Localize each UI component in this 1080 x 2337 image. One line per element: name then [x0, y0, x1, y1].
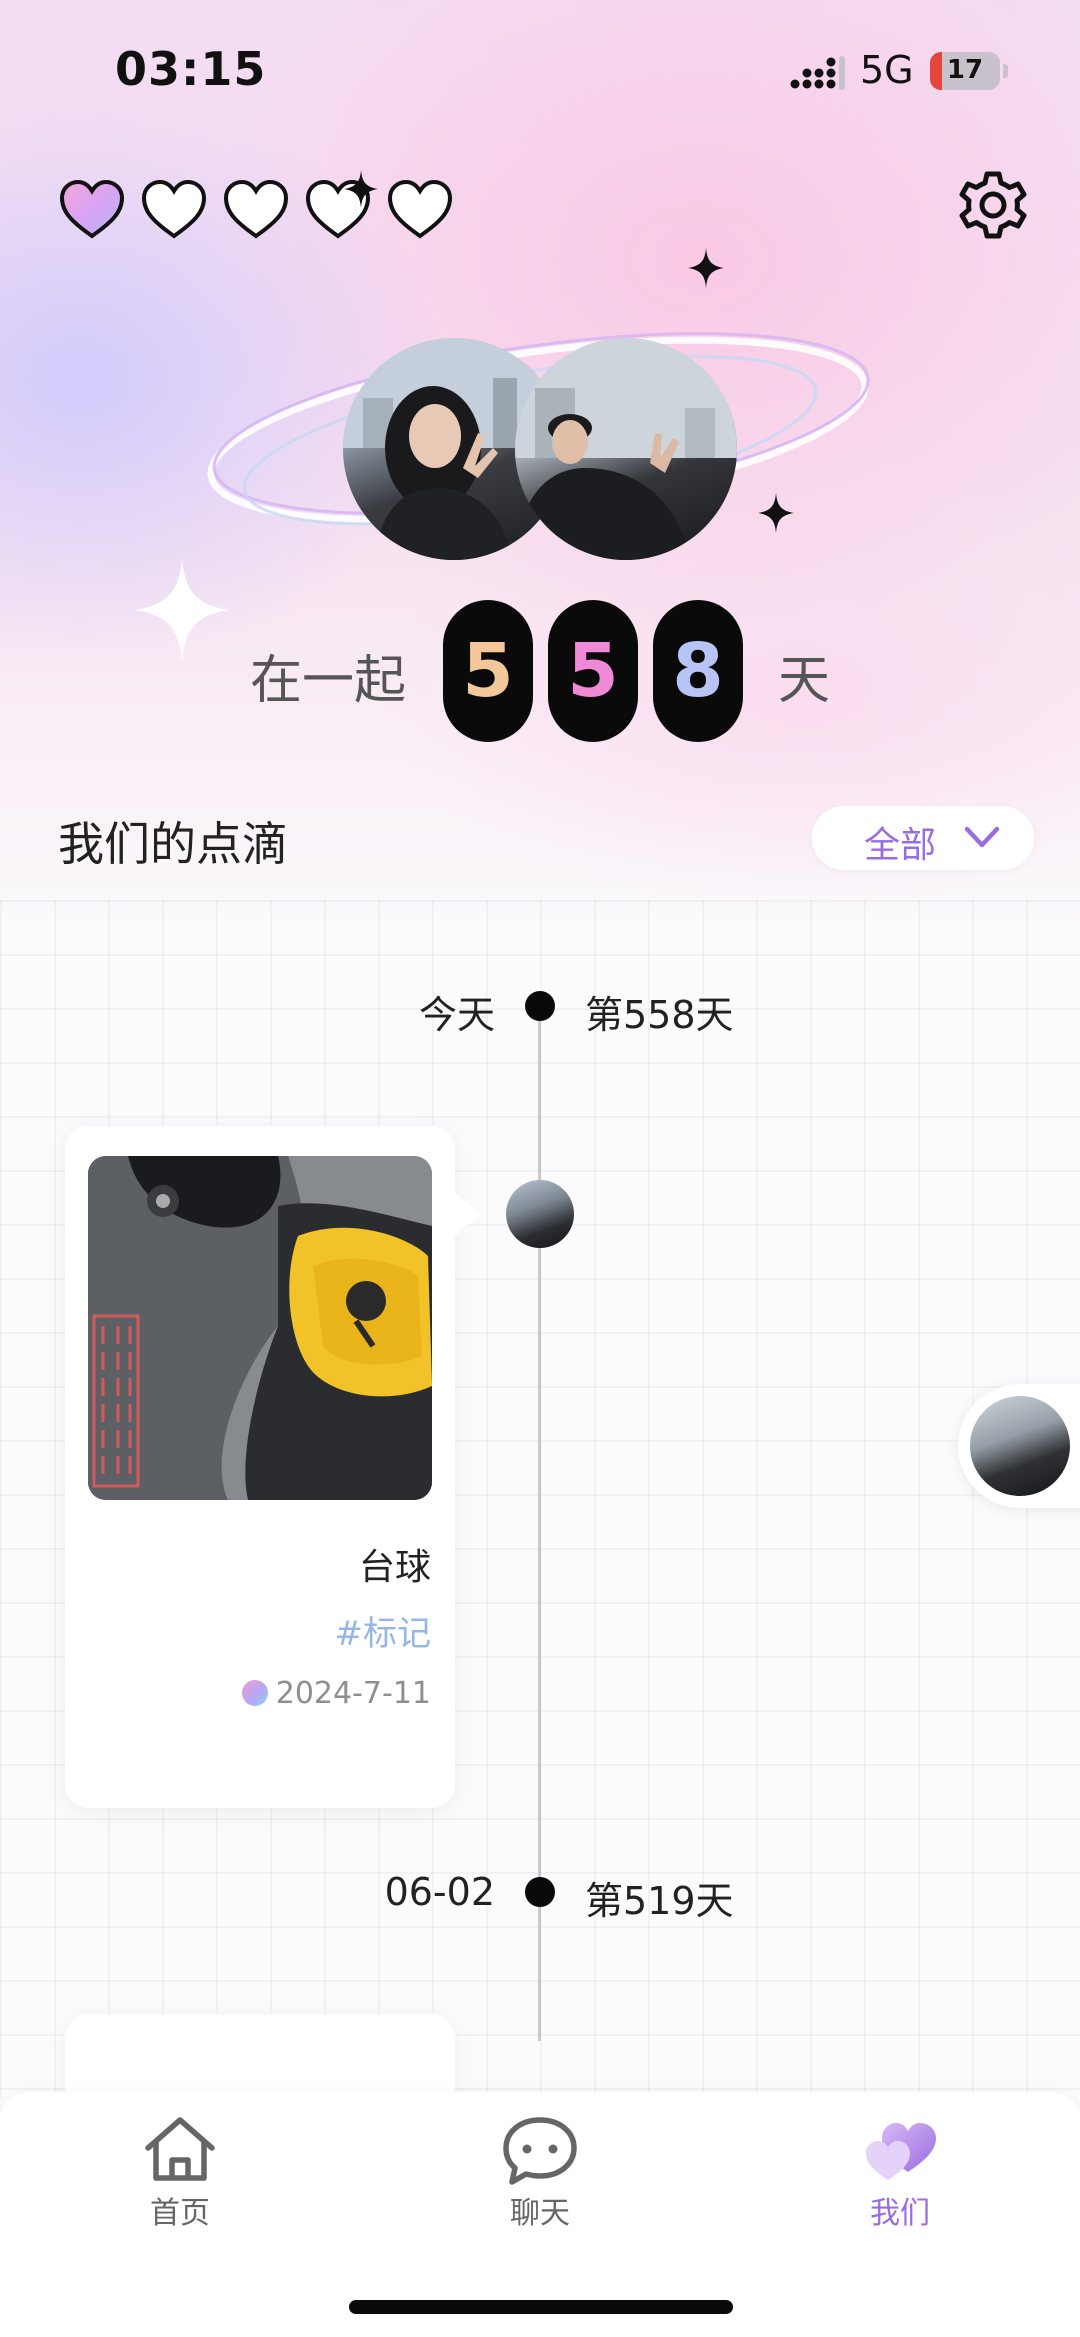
- nav-us[interactable]: 我们: [820, 2114, 980, 2232]
- hearts-icon: [866, 2123, 936, 2180]
- heart-filled-icon[interactable]: [58, 178, 126, 242]
- chat-icon: [503, 2117, 577, 2185]
- nav-us-label: 我们: [870, 2196, 930, 2231]
- nav-chat[interactable]: 聊天: [460, 2114, 620, 2232]
- memory-date-text: 2024-7-11: [275, 1676, 431, 1711]
- memory-date: 2024-7-11: [241, 1676, 431, 1711]
- days-unit-label: 天: [778, 651, 831, 711]
- home-icon: [145, 2117, 215, 2181]
- card-pointer: [452, 1190, 480, 1238]
- filter-dropdown[interactable]: 全部: [812, 806, 1034, 870]
- timeline-date-label: 今天: [418, 993, 495, 1037]
- hearts-rating[interactable]: [58, 178, 454, 242]
- signal-icon: [790, 56, 845, 90]
- sparkle-icon: [344, 170, 378, 208]
- partner-avatar-him[interactable]: [515, 338, 737, 560]
- partner-avatar: [970, 1396, 1070, 1496]
- chevron-down-icon: [964, 826, 1000, 848]
- gear-icon[interactable]: [956, 168, 1030, 242]
- memory-tag[interactable]: #标记: [335, 1606, 432, 1655]
- heart-outline-icon[interactable]: [222, 178, 290, 242]
- nav-home[interactable]: 首页: [100, 2114, 260, 2232]
- heart-outline-icon[interactable]: [386, 178, 454, 242]
- memory-card[interactable]: 台球 #标记 2024-7-11: [65, 1126, 455, 1808]
- timeline-day-count: 第558天: [585, 993, 734, 1037]
- heart-outline-icon[interactable]: [140, 178, 208, 242]
- network-type: 5G: [860, 48, 914, 92]
- timeline-day-count: 第519天: [585, 1879, 734, 1923]
- day-digit: 5: [548, 600, 638, 742]
- floating-partner-button[interactable]: [958, 1384, 1080, 1508]
- section-title: 我们的点滴: [58, 817, 288, 871]
- day-digit: 5: [443, 600, 533, 742]
- battery-tip: [1003, 64, 1008, 78]
- author-dot-icon: [241, 1680, 268, 1706]
- status-time: 03:15: [115, 42, 267, 96]
- battery-icon: 17: [930, 52, 1000, 90]
- timeline-dot: [525, 1877, 555, 1907]
- sparkle-icon: [688, 248, 724, 288]
- timeline-date-label: 06-02: [384, 1870, 495, 1914]
- day-digit: 8: [653, 600, 743, 742]
- filter-label: 全部: [864, 825, 937, 866]
- nav-chat-label: 聊天: [510, 2196, 570, 2231]
- together-label: 在一起: [250, 651, 407, 711]
- timeline-author-avatar[interactable]: [506, 1180, 574, 1248]
- nav-home-label: 首页: [150, 2196, 210, 2231]
- memory-photo[interactable]: [88, 1156, 432, 1500]
- memory-title: 台球: [358, 1547, 431, 1588]
- home-indicator[interactable]: [349, 2300, 733, 2314]
- timeline-dot: [525, 991, 555, 1021]
- battery-level: 17: [946, 55, 984, 85]
